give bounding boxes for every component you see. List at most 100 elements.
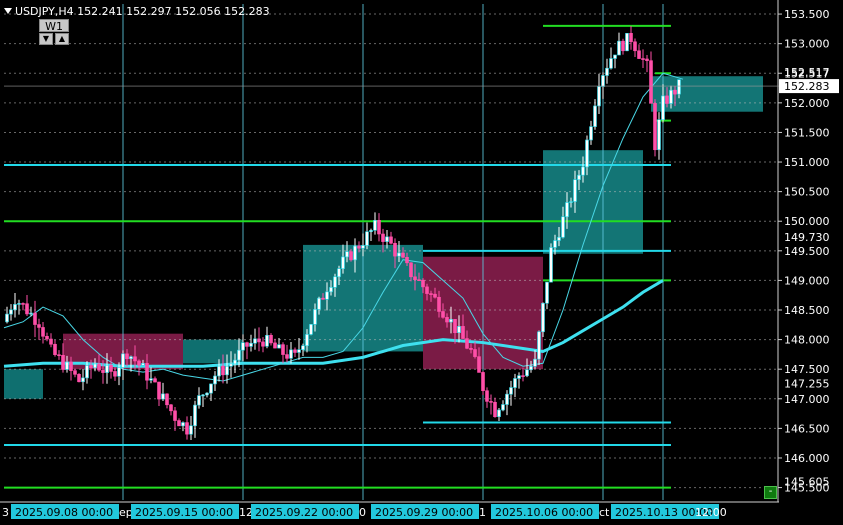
candle — [249, 334, 253, 352]
timeframe-switcher[interactable]: W1 ▼ ▲ — [39, 19, 69, 46]
candle — [501, 400, 505, 412]
candle-body — [149, 378, 153, 381]
candle — [593, 99, 597, 130]
price-tick-label-9: 150.000 — [784, 215, 830, 228]
time-label-fragment-0: 3 — [2, 506, 9, 519]
candle — [373, 212, 377, 235]
price-tick-label-4: 147.500 — [784, 363, 830, 376]
candle-body — [417, 279, 421, 282]
candle — [265, 326, 269, 349]
candle-body — [305, 334, 309, 347]
candle-body — [641, 58, 645, 60]
zone-6 — [651, 76, 763, 112]
current-price-label: 152.283 — [784, 80, 830, 93]
candle-body — [325, 291, 329, 300]
candle-body — [525, 369, 529, 377]
candle-body — [85, 365, 89, 379]
candle-body — [269, 335, 273, 344]
zone-0 — [4, 369, 43, 399]
candle — [21, 302, 25, 311]
candle-body — [153, 378, 157, 383]
candle — [189, 415, 193, 441]
time-label-fragment-2: 12 — [239, 506, 253, 519]
candle-body — [169, 404, 173, 412]
candle — [257, 327, 261, 352]
candle-body — [5, 313, 9, 323]
candle-body — [249, 342, 253, 347]
arrow-down-icon[interactable]: ▼ — [39, 33, 53, 45]
candle — [181, 421, 185, 432]
candle-body — [193, 404, 197, 427]
candle-body — [57, 354, 61, 356]
chart-window[interactable]: 145.500 146.000 146.500 147.000 147.500 148.0… — [0, 0, 843, 525]
candle-body — [113, 371, 117, 377]
arrow-up-icon[interactable]: ▲ — [55, 33, 69, 45]
candle-body — [633, 41, 637, 52]
candle-body — [545, 281, 549, 304]
candle-body — [373, 220, 377, 231]
symbol-header: USDJPY,H4 152.241 152.297 152.056 152.28… — [4, 5, 270, 18]
price-tick-label-8: 149.500 — [784, 245, 830, 258]
minimize-icon[interactable]: - — [764, 486, 777, 499]
candle-body — [529, 365, 533, 371]
candle-body — [117, 367, 121, 377]
candle-body — [445, 317, 449, 323]
candle — [81, 369, 85, 391]
candle — [253, 328, 257, 350]
candle-body — [65, 361, 69, 370]
candle — [177, 418, 181, 427]
candle — [637, 44, 641, 59]
candle — [309, 323, 313, 336]
candle-body — [353, 245, 357, 261]
timeframe-button[interactable]: W1 — [39, 19, 69, 33]
candle — [53, 339, 57, 357]
candle-body — [661, 95, 665, 121]
candle — [509, 380, 513, 406]
candle-body — [189, 425, 193, 435]
candle-body — [53, 343, 57, 355]
candle — [77, 373, 81, 383]
collapse-triangle-icon[interactable] — [4, 8, 12, 14]
candle-body — [537, 331, 541, 360]
candle-body — [173, 410, 177, 421]
candle-body — [665, 95, 669, 104]
candle — [653, 99, 657, 157]
time-label-4: 2025.10.06 00:00 — [495, 506, 593, 519]
candle-body — [381, 233, 385, 242]
candle-body — [493, 401, 497, 418]
price-tick-label-12: 151.500 — [784, 126, 830, 139]
candle — [245, 341, 249, 360]
candle-body — [129, 356, 133, 360]
candle — [25, 294, 29, 316]
candle-body — [25, 303, 29, 315]
candle — [193, 400, 197, 438]
candle-body — [209, 383, 213, 394]
price-marker-label-4: 149.730 — [784, 231, 830, 244]
candle-body — [677, 79, 681, 95]
candle-body — [17, 303, 21, 305]
candle-body — [517, 375, 521, 379]
candle-body — [673, 89, 677, 95]
candle-body — [509, 387, 513, 395]
candle — [301, 343, 305, 357]
candle-body — [337, 268, 341, 278]
candle — [505, 390, 509, 416]
price-chart[interactable]: 145.500146.000146.500147.000147.500148.0… — [0, 0, 843, 525]
candle — [597, 73, 601, 115]
symbol-ohlc-text: USDJPY,H4 152.241 152.297 152.056 152.28… — [15, 5, 270, 18]
candle-body — [541, 302, 545, 333]
candle — [645, 55, 649, 73]
candle-body — [433, 293, 437, 298]
candle — [589, 120, 593, 145]
candle-body — [73, 370, 77, 375]
candle — [513, 373, 517, 398]
candle-body — [177, 420, 181, 427]
candle-body — [121, 353, 125, 368]
candle — [5, 306, 9, 324]
candle — [493, 397, 497, 418]
candle-body — [293, 349, 297, 353]
candle — [269, 333, 273, 346]
price-tick-label-5: 148.000 — [784, 334, 830, 347]
time-label-fragment-4: 1 — [479, 506, 486, 519]
candle — [113, 367, 117, 381]
